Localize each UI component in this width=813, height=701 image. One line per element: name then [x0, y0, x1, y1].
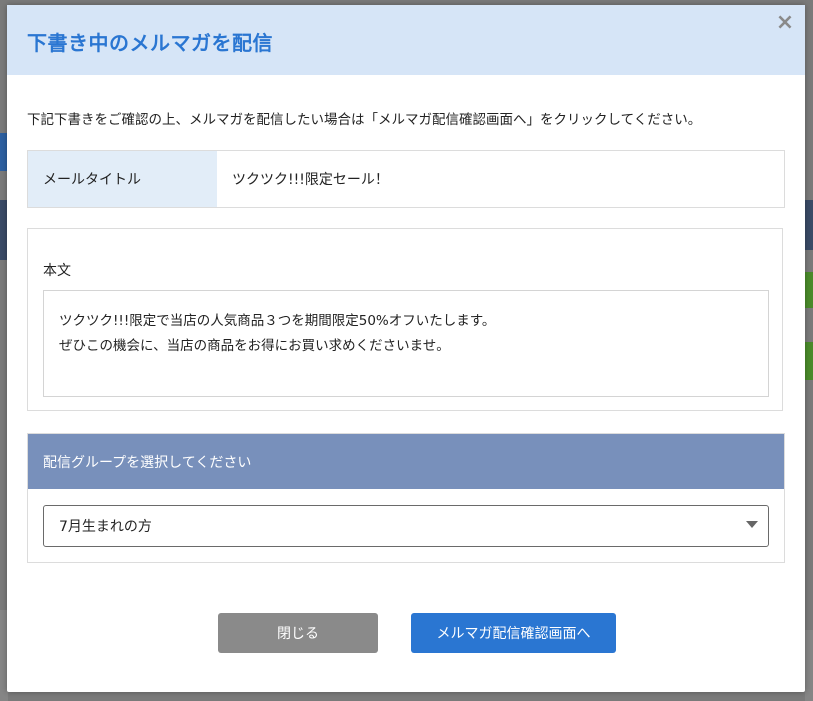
intro-text: 下記下書きをご確認の上、メルマガを配信したい場合は「メルマガ配信確認画面へ」をク…: [27, 112, 702, 128]
mail-title-value: ツクツク!!!限定セール！: [232, 172, 389, 188]
modal-header: 下書き中のメルマガを配信 ×: [7, 5, 805, 75]
delivery-group-section: 配信グループを選択してください 7月生まれの方: [27, 433, 785, 563]
modal-title: 下書き中のメルマガを配信: [27, 31, 273, 55]
close-icon[interactable]: ×: [774, 10, 796, 36]
mail-body-label: 本文: [43, 263, 71, 279]
delivery-group-select[interactable]: 7月生まれの方: [43, 505, 769, 547]
send-draft-modal: 下書き中のメルマガを配信 × 下記下書きをご確認の上、メルマガを配信したい場合は…: [7, 5, 805, 692]
mail-body-line: ツクツク!!!限定で当店の人気商品３つを期間限定50%オフいたします。: [59, 313, 496, 329]
confirm-delivery-button[interactable]: メルマガ配信確認画面へ: [411, 613, 616, 653]
background-footer-fragment: [805, 630, 813, 701]
delivery-group-header: 配信グループを選択してください: [28, 434, 784, 489]
mail-title-row: メールタイトル ツクツク!!!限定セール！: [27, 150, 785, 208]
chevron-down-icon: [746, 521, 758, 528]
mail-body-content: ツクツク!!!限定で当店の人気商品３つを期間限定50%オフいたします。 ぜひこの…: [43, 290, 769, 397]
mail-title-label: メールタイトル: [28, 151, 217, 207]
background-button-fragment: [805, 272, 813, 308]
mail-body-line: ぜひこの機会に、当店の商品をお得にお買い求めくださいませ。: [59, 338, 450, 354]
mail-body-section: 本文 ツクツク!!!限定で当店の人気商品３つを期間限定50%オフいたします。 ぜ…: [27, 228, 783, 411]
close-button[interactable]: 閉じる: [218, 613, 378, 653]
delivery-group-selected-value: 7月生まれの方: [59, 519, 152, 535]
background-button-fragment: [805, 342, 813, 380]
background-table-fragment: [805, 200, 813, 250]
